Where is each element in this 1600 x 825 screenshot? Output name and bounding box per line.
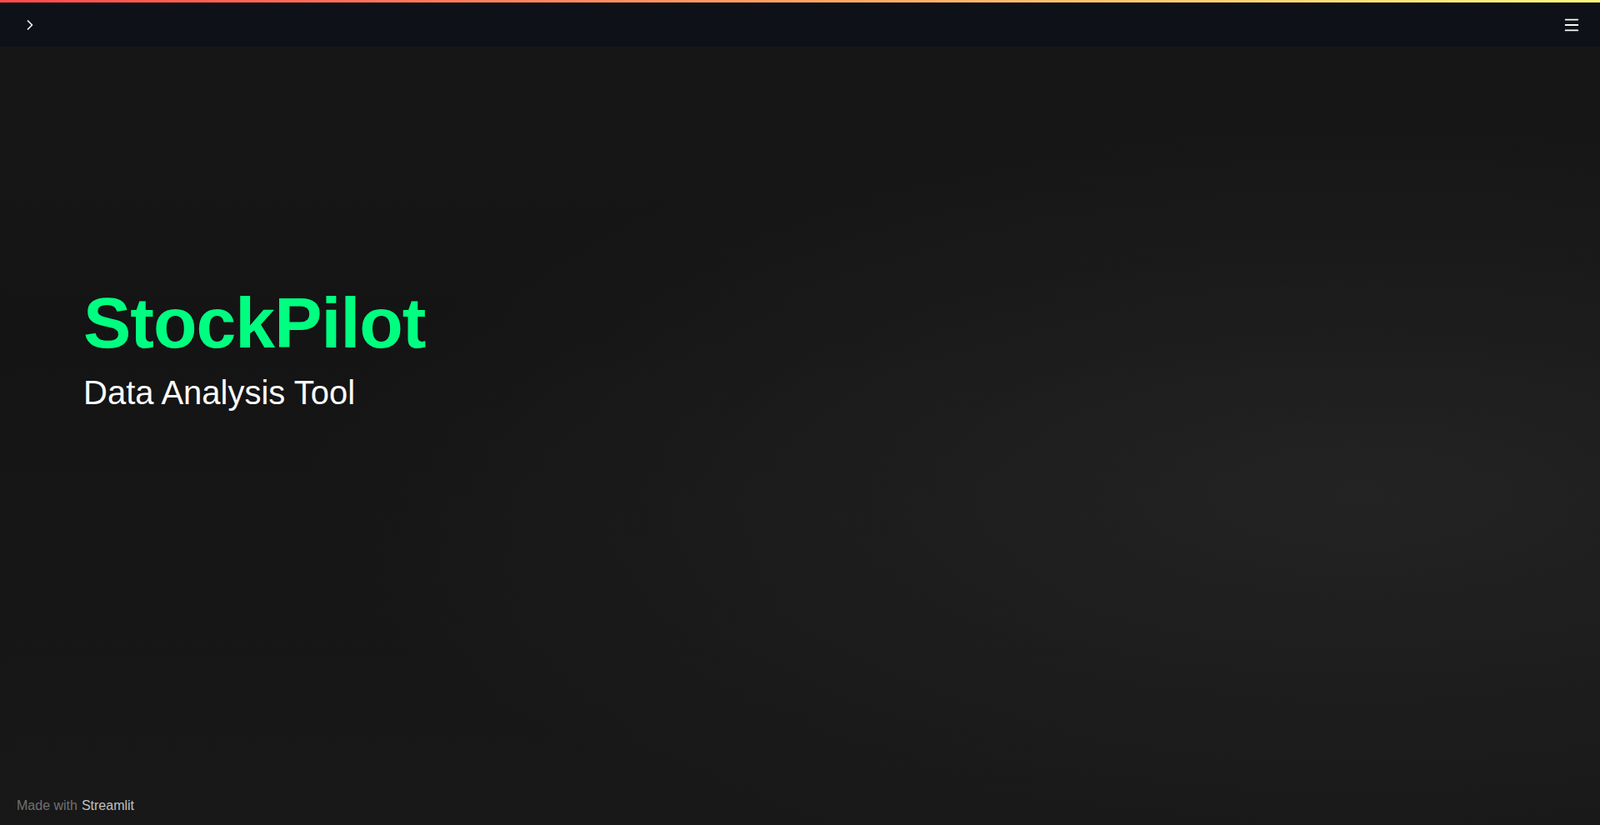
app-page: StockPilotData Analysis ToolMade withStr… [0,0,1600,825]
streamlit-link[interactable]: Streamlit [81,798,135,814]
hamburger-menu-icon [1562,15,1581,35]
main-menu-button[interactable] [1558,11,1585,39]
chevron-right-icon [21,16,39,34]
app-subtitle: Data Analysis Tool [83,370,1517,415]
sidebar-toggle-button[interactable] [16,11,44,39]
main-content: StockPilotData Analysis Tool [0,46,1600,799]
footer: Made withStreamlit [0,798,1600,825]
header [0,2,1600,47]
footer-prefix: Made with [16,798,78,814]
app-title: StockPilot [83,280,1517,366]
